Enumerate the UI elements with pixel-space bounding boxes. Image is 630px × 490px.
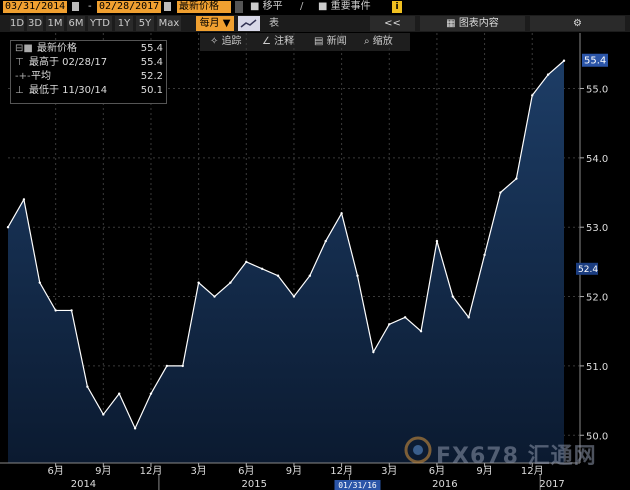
data-point xyxy=(22,198,26,201)
legend-avg-label: 平均 xyxy=(31,71,51,82)
y-tick-label: 55.0 xyxy=(586,84,608,95)
watermark-logo-icon xyxy=(404,436,432,464)
data-point xyxy=(229,281,232,284)
y-tick-label: 53.0 xyxy=(586,223,608,234)
data-point xyxy=(165,364,169,368)
data-point xyxy=(515,177,518,180)
crosshair-date-label: 01/31/16 xyxy=(338,481,377,490)
x-tick-label: 9月 xyxy=(286,465,302,477)
data-point xyxy=(292,295,296,298)
data-point xyxy=(70,309,73,312)
avg-value-label: 52.4 xyxy=(578,265,598,275)
high-marker-icon: ⊤ xyxy=(15,57,24,68)
data-point xyxy=(6,225,10,229)
data-point xyxy=(340,212,343,215)
x-tick-label: 3月 xyxy=(381,465,397,477)
year-label: 2017 xyxy=(539,479,564,490)
data-point xyxy=(54,309,57,312)
legend-low-value: 50.1 xyxy=(140,85,163,96)
year-label: 2016 xyxy=(432,479,457,490)
watermark: FX678 汇通网 xyxy=(436,444,597,469)
y-tick-label: 52.0 xyxy=(586,293,608,304)
legend-low-row: ⊥ 最低于 11/30/14 50.1 xyxy=(15,84,163,98)
data-point xyxy=(419,330,423,333)
x-tick-label: 3月 xyxy=(190,465,206,477)
legend-high-value: 55.4 xyxy=(140,57,163,68)
year-label: 2015 xyxy=(242,479,267,490)
data-point xyxy=(451,295,454,298)
data-point xyxy=(403,316,407,319)
legend-low-label: 最低于 11/30/14 xyxy=(29,85,108,96)
legend-last-value: 55.4 xyxy=(140,43,163,54)
data-point xyxy=(499,191,502,194)
legend-high-label: 最高于 02/28/17 xyxy=(29,57,108,68)
legend-avg-row: -+- 平均 52.2 xyxy=(15,70,163,84)
data-point xyxy=(467,316,470,319)
price-area xyxy=(8,60,564,463)
data-point xyxy=(483,253,486,257)
x-tick-label: 6月 xyxy=(47,465,63,477)
data-point xyxy=(546,73,550,76)
legend-high-row: ⊤ 最高于 02/28/17 55.4 xyxy=(15,56,163,70)
data-point xyxy=(531,94,534,97)
data-point xyxy=(245,260,248,264)
x-tick-label: 9月 xyxy=(95,465,111,477)
y-tick-label: 54.0 xyxy=(586,154,608,165)
data-point xyxy=(324,239,327,243)
data-point xyxy=(276,274,280,277)
year-label: 2014 xyxy=(71,479,96,490)
last-value-label: 55.4 xyxy=(584,56,606,67)
data-point xyxy=(133,427,137,430)
y-tick-label: 51.0 xyxy=(586,362,608,373)
data-point xyxy=(388,323,391,326)
data-point xyxy=(38,281,41,284)
legend-last-label: 最新价格 xyxy=(37,43,77,54)
data-point xyxy=(197,281,200,284)
data-point xyxy=(213,295,216,298)
data-point xyxy=(372,350,375,354)
data-point xyxy=(562,59,566,62)
data-point xyxy=(435,239,439,243)
low-marker-icon: ⊥ xyxy=(15,85,24,96)
legend-avg-value: 52.2 xyxy=(140,71,163,82)
data-point xyxy=(118,392,121,395)
data-point xyxy=(356,274,359,277)
square-icon: ⊟■ xyxy=(15,43,33,54)
legend-box: ⊟■ 最新价格 55.4 ⊤ 最高于 02/28/17 55.4 -+- 平均 … xyxy=(10,40,167,104)
data-point xyxy=(149,392,153,395)
data-point xyxy=(260,267,264,271)
data-point xyxy=(102,413,105,416)
data-point xyxy=(181,364,184,368)
x-tick-label: 6月 xyxy=(238,465,254,477)
data-point xyxy=(86,385,89,388)
data-point xyxy=(308,274,312,277)
legend-last-row[interactable]: ⊟■ 最新价格 55.4 xyxy=(15,42,163,56)
avg-marker-icon: -+- xyxy=(15,71,31,82)
